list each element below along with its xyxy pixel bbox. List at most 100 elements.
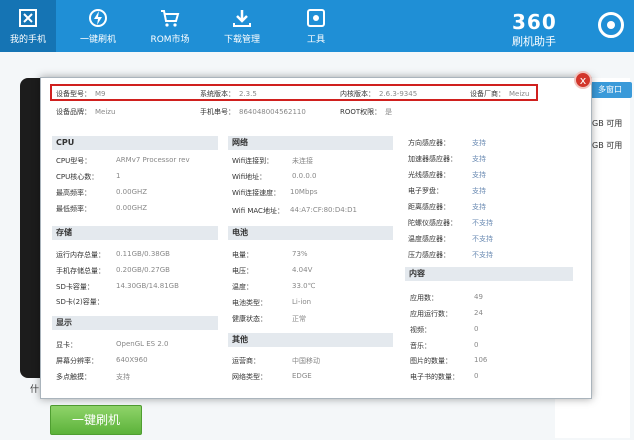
value: 0: [474, 325, 479, 333]
content-row: 应用数： 49: [410, 293, 483, 303]
value: 中国移动: [292, 357, 320, 365]
display-section-title: 显示: [52, 316, 218, 330]
label: 光线感应器：: [408, 171, 450, 179]
nav-one-click-flash[interactable]: 一键刷机: [70, 0, 126, 52]
label: 屏幕分辨率：: [56, 357, 98, 365]
value: 支持: [472, 139, 486, 147]
label: Wifi MAC地址：: [232, 207, 284, 215]
value: 0: [474, 372, 479, 380]
serial-number: 手机串号： 864048004562110: [200, 107, 306, 117]
close-button[interactable]: x: [574, 71, 592, 89]
cpu-section-title: CPU: [52, 136, 218, 150]
highlight-box: [50, 84, 538, 101]
value: 支持: [472, 203, 486, 211]
value: 支持: [472, 171, 486, 179]
storage-section-title: 存储: [52, 226, 218, 240]
label: 温度：: [232, 283, 253, 291]
label: 图片的数量：: [410, 357, 452, 365]
value: ARMv7 Processor rev: [116, 156, 190, 164]
battery-section-title: 电池: [228, 226, 393, 240]
label: 显卡：: [56, 341, 77, 349]
label: 多点触摸：: [56, 373, 91, 381]
label: 运营商：: [232, 357, 260, 365]
value: 44:A7:CF:80:D4:D1: [290, 206, 357, 214]
label: 手机存储总量：: [56, 267, 105, 275]
content-row: 图片的数量： 106: [410, 356, 487, 366]
display-row: 屏幕分辨率： 640X960: [56, 356, 148, 366]
cpu-row: CPU核心数： 1: [56, 172, 120, 182]
value: 10Mbps: [290, 188, 318, 196]
network-row: Wifi连接到： 未连接: [232, 156, 313, 166]
root-permission: ROOT权限：是: [340, 107, 392, 117]
sensor-row: 加速器感应器： 支持: [408, 154, 486, 164]
tools-icon: [307, 9, 325, 27]
label: 设备品牌：: [56, 108, 91, 116]
label: 视频：: [410, 326, 431, 334]
storage-row: 手机存储总量： 0.20GB/0.27GB: [56, 266, 170, 276]
available-text: GB 可用: [592, 119, 623, 128]
value: 4.04V: [292, 266, 313, 274]
value: OpenGL ES 2.0: [116, 340, 169, 348]
label: Wifi连接速度：: [232, 189, 281, 197]
value: 正常: [292, 315, 306, 323]
content-row: 应用运行数： 24: [410, 309, 483, 319]
value: 1: [116, 172, 121, 180]
label: 最高频率：: [56, 189, 91, 197]
label: 方向感应器：: [408, 139, 450, 147]
nav-rom-market[interactable]: ROM市场: [142, 0, 198, 52]
label: 电池类型：: [232, 299, 267, 307]
label: 音乐：: [410, 342, 431, 350]
label: 网络类型：: [232, 373, 267, 381]
top-nav-bar: 我的手机 一键刷机 ROM市场 下载管理 工具 360 刷机助手: [0, 0, 634, 52]
label: 最低频率：: [56, 205, 91, 213]
value: 0.11GB/0.38GB: [116, 250, 170, 258]
label: ROOT权限：: [340, 108, 382, 116]
network-row: Wifi MAC地址： 44:A7:CF:80:D4:D1: [232, 206, 357, 216]
other-row: 运营商： 中国移动: [232, 356, 320, 366]
battery-row: 温度： 33.0℃: [232, 282, 315, 292]
label: CPU型号：: [56, 157, 92, 165]
label: 陀螺仪感应器：: [408, 219, 457, 227]
value: 24: [474, 309, 483, 317]
nav-label: 下载管理: [223, 35, 260, 45]
label: SD卡容量：: [56, 283, 94, 291]
value: 0.0.0.0: [292, 172, 317, 180]
value: 支持: [472, 155, 486, 163]
cpu-row: 最低频率： 0.00GHZ: [56, 204, 147, 214]
content-row: 视频： 0: [410, 325, 478, 335]
one-click-flash-button[interactable]: 一键刷机: [50, 405, 142, 435]
value: 不支持: [472, 235, 493, 243]
content-row: 音乐： 0: [410, 341, 478, 351]
value: Meizu: [95, 108, 116, 116]
other-row: 网络类型： EDGE: [232, 372, 312, 382]
nav-label: 一键刷机: [79, 35, 116, 45]
sensor-row: 电子罗盘： 支持: [408, 186, 486, 196]
sensor-row: 压力感应器： 不支持: [408, 250, 493, 260]
value: EDGE: [292, 372, 312, 380]
label: 加速器感应器：: [408, 155, 457, 163]
value: 864048004562110: [239, 108, 306, 116]
value: Li-ion: [292, 298, 312, 306]
value: 73%: [292, 250, 308, 258]
value: 支持: [472, 187, 486, 195]
multi-window-button[interactable]: 多窗口: [588, 82, 632, 98]
battery-row: 电压： 4.04V: [232, 266, 312, 276]
network-row: Wifi连接速度： 10Mbps: [232, 188, 317, 198]
device-brand: 设备品牌： Meizu: [56, 107, 115, 117]
nav-tools[interactable]: 工具: [288, 0, 344, 52]
label: 温度感应器：: [408, 235, 450, 243]
value: 不支持: [472, 251, 493, 259]
value: 33.0℃: [292, 282, 316, 290]
nav-download-manager[interactable]: 下载管理: [214, 0, 270, 52]
nav-my-phone[interactable]: 我的手机: [0, 0, 56, 52]
sensor-row: 距离感应器： 支持: [408, 202, 486, 212]
available-text: GB 可用: [592, 141, 623, 150]
label: Wifi连接到：: [232, 157, 274, 165]
brand-subtitle: 刷机助手: [512, 35, 556, 48]
value: 640X960: [116, 356, 148, 364]
value: 0: [474, 341, 479, 349]
phone-icon: [19, 9, 37, 27]
label: 健康状态：: [232, 315, 267, 323]
battery-row: 健康状态： 正常: [232, 314, 306, 324]
label: 手机串号：: [200, 108, 235, 116]
